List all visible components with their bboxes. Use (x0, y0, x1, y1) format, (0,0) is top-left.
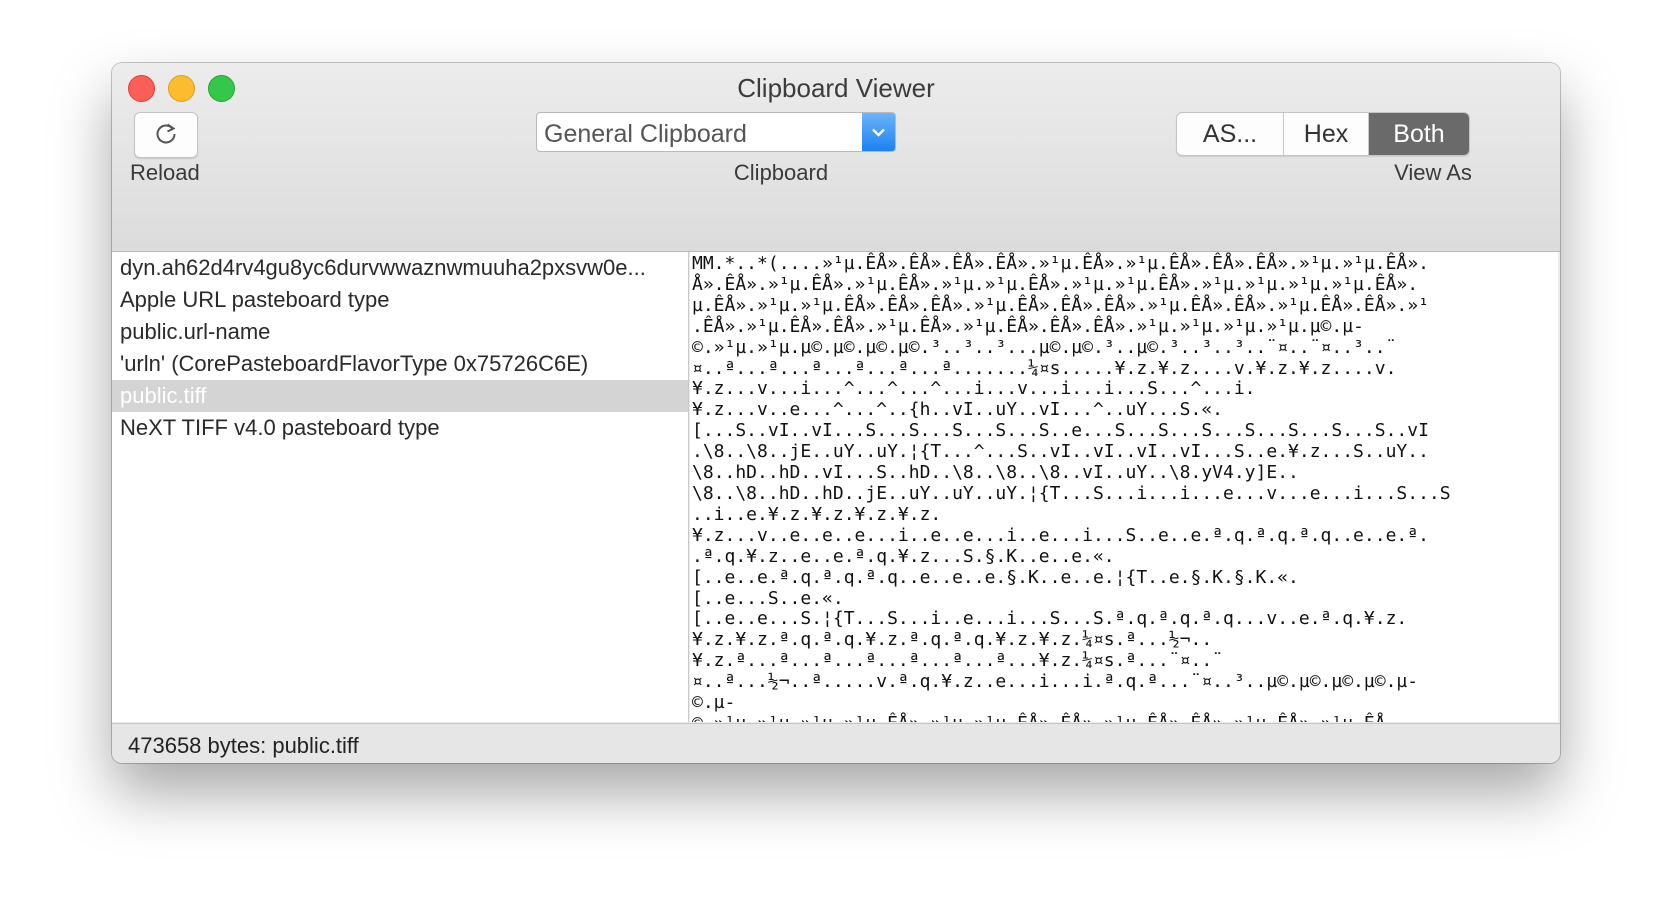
view-as-both-button[interactable]: Both (1369, 113, 1469, 155)
clipboard-viewer-window: Clipboard Viewer Reload General Clipboar… (112, 63, 1560, 763)
list-item-selected[interactable]: public.tiff (112, 380, 688, 412)
pasteboard-types-list[interactable]: dyn.ah62d4rv4gu8yc6durvwwaznwmuuha2pxsvw… (112, 252, 689, 722)
list-item[interactable]: 'urln' (CorePasteboardFlavorType 0x75726… (112, 348, 660, 380)
content-view[interactable]: MM.*..*(....»¹µ.ÊÅ».ÊÅ».ÊÅ».ÊÅ».»¹µ.ÊÅ».… (690, 252, 1558, 722)
window-title: Clipboard Viewer (737, 73, 935, 103)
list-item[interactable]: dyn.ah62d4rv4gu8yc6durvwwaznwmuuha2pxsvw… (112, 252, 660, 284)
view-as-ascii-button[interactable]: AS... (1177, 113, 1284, 155)
clipboard-label: Clipboard (733, 160, 829, 185)
status-text: 473658 bytes: public.tiff (128, 733, 359, 758)
title-bar: Clipboard Viewer Reload General Clipboar… (112, 63, 1560, 252)
clipboard-select-value: General Clipboard (544, 120, 747, 148)
list-item[interactable]: NeXT TIFF v4.0 pasteboard type (112, 412, 660, 444)
reload-icon (156, 123, 176, 144)
list-item[interactable]: public.url-name (112, 316, 660, 348)
chevron-down-icon[interactable] (862, 113, 895, 151)
view-as-hex-button[interactable]: Hex (1284, 113, 1369, 155)
list-item[interactable]: Apple URL pasteboard type (112, 284, 660, 316)
clipboard-content-text: MM.*..*(....»¹µ.ÊÅ».ÊÅ».ÊÅ».ÊÅ».»¹µ.ÊÅ».… (692, 253, 1451, 722)
status-bar: 473658 bytes: public.tiff (112, 723, 1560, 763)
reload-label: Reload (130, 160, 200, 185)
view-as-segmented-control: AS... Hex Both (1176, 112, 1470, 156)
clipboard-select[interactable]: General Clipboard (536, 112, 896, 152)
reload-button[interactable] (134, 112, 198, 158)
view-as-label: View As (1394, 160, 1472, 185)
